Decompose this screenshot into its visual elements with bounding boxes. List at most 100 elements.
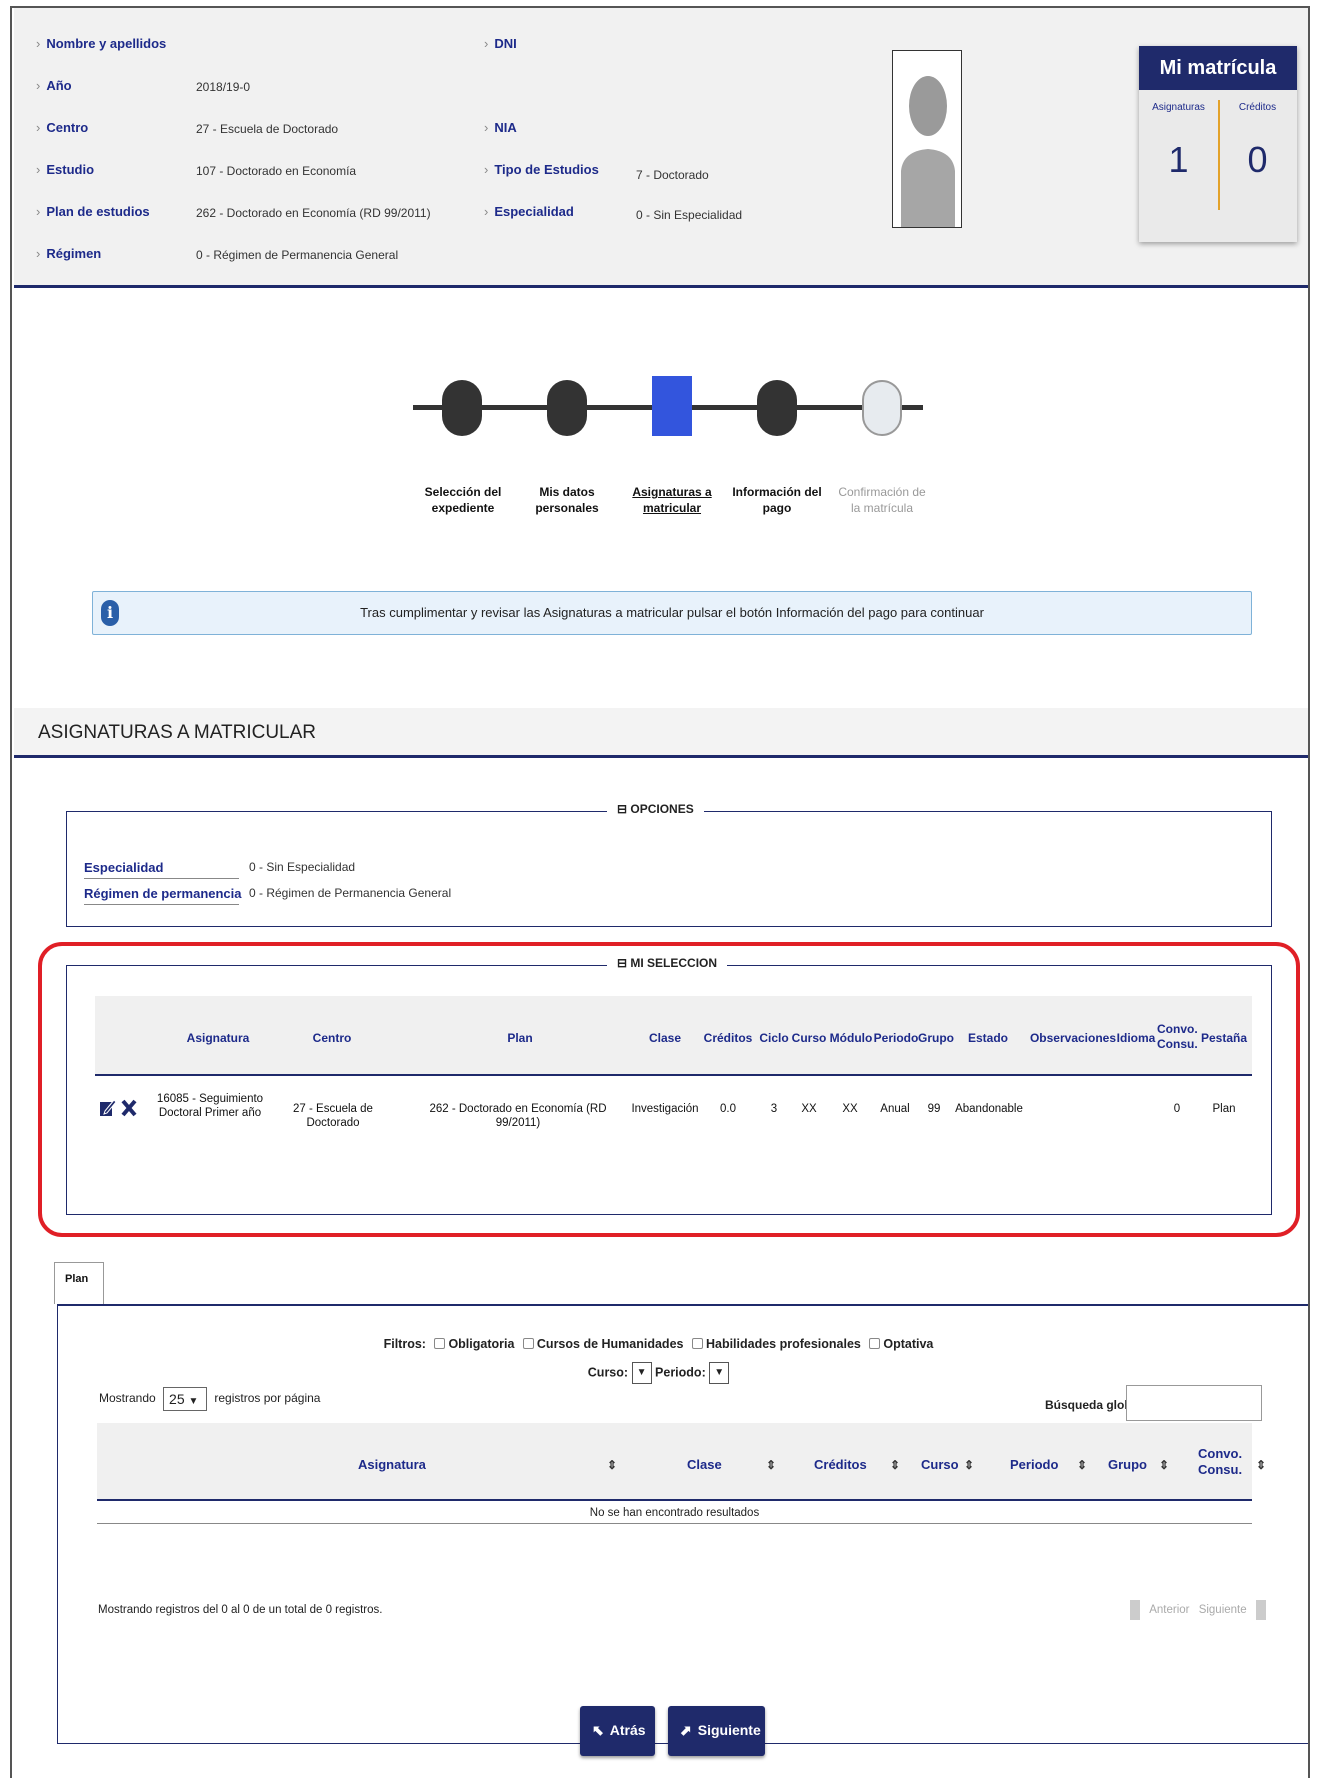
plan-col-clase[interactable]: Clase: [687, 1457, 722, 1472]
step-5-label: Confirmación de la matrícula: [838, 485, 926, 515]
step-1-marker[interactable]: [442, 380, 482, 436]
step-3-marker-current[interactable]: [652, 376, 692, 436]
col-pestana[interactable]: Pestaña: [1199, 1031, 1249, 1046]
cell-grupo: 99: [927, 1103, 941, 1115]
step-1-label[interactable]: Selección del expediente: [418, 484, 508, 516]
mi-matricula-title: Mi matrícula: [1139, 46, 1297, 90]
filter-habilidades-checkbox[interactable]: [691, 1338, 703, 1349]
plan-col-curso[interactable]: Curso: [921, 1457, 959, 1472]
creditos-counter: Créditos 0: [1218, 90, 1297, 242]
col-asignatura[interactable]: Asignatura: [168, 1031, 268, 1046]
col-observaciones[interactable]: Observaciones: [1028, 1031, 1118, 1046]
col-curso[interactable]: Curso: [789, 1031, 829, 1046]
col-estado[interactable]: Estado: [962, 1031, 1014, 1046]
cell-asignatura: 16085 - Seguimiento Doctoral Primer año: [156, 1093, 264, 1119]
opciones-legend[interactable]: ⊟ OPCIONES: [607, 802, 704, 816]
plan-col-asignatura[interactable]: Asignatura: [358, 1457, 426, 1472]
col-clase[interactable]: Clase: [640, 1031, 690, 1046]
cell-plan: 262 - Doctorado en Economía (RD 99/2011): [429, 1103, 607, 1129]
chevron-down-icon: ▼: [188, 1396, 199, 1407]
step-3-label[interactable]: Asignaturas a matricular: [627, 484, 717, 516]
filter-obligatoria-checkbox[interactable]: [434, 1338, 446, 1349]
sort-icon[interactable]: ⇕: [607, 1458, 617, 1472]
pagination: Anterior Siguiente: [1130, 1600, 1266, 1620]
opciones-fieldset: ⊟ OPCIONES Especialidad 0 - Sin Especial…: [66, 802, 1272, 927]
edit-icon[interactable]: [99, 1098, 117, 1118]
filter-optativa-label: Optativa: [883, 1337, 934, 1351]
plan-col-periodo[interactable]: Periodo: [1010, 1457, 1058, 1472]
sort-icon[interactable]: ⇕: [1077, 1458, 1087, 1472]
highlight-frame: [38, 942, 1300, 1237]
cell-pestana: Plan: [1212, 1103, 1236, 1115]
options-divider: [84, 904, 239, 905]
sort-icon[interactable]: ⇕: [1256, 1458, 1266, 1472]
regimen-label: Régimen de permanencia: [84, 886, 242, 901]
especialidad-label: Especialidad: [84, 860, 164, 875]
filter-humanidades-label: Cursos de Humanidades: [536, 1337, 684, 1351]
filtros-label: Filtros:: [383, 1337, 426, 1351]
step-4-label[interactable]: Información del pago: [732, 484, 822, 516]
cell-curso: XX: [801, 1103, 817, 1115]
asignaturas-label: Asignaturas: [1152, 102, 1205, 113]
step-4-marker[interactable]: [757, 380, 797, 436]
step-5-marker: [862, 380, 902, 436]
plan-col-convo-consu[interactable]: Convo. Consu.: [1198, 1446, 1242, 1478]
col-modulo[interactable]: Módulo: [826, 1031, 876, 1046]
section-header: ASIGNATURAS A MATRICULAR: [14, 708, 1308, 758]
prev-arrow-icon[interactable]: [1130, 1600, 1140, 1620]
value-anio: 2018/19-0: [196, 80, 251, 94]
filter-obligatoria-label: Obligatoria: [448, 1337, 515, 1351]
step-2-marker[interactable]: [547, 380, 587, 436]
info-message: Tras cumplimentar y revisar las Asignatu…: [360, 605, 984, 620]
value-especialidad: 0 - Sin Especialidad: [636, 208, 743, 222]
cell-creditos: 0.0: [720, 1103, 736, 1115]
sort-icon[interactable]: ⇕: [766, 1458, 776, 1472]
next-page-button[interactable]: Siguiente: [1199, 1604, 1247, 1616]
asignaturas-value: 1: [1168, 139, 1189, 180]
col-convo-consu[interactable]: Convo. Consu.: [1157, 1022, 1198, 1052]
global-search-input[interactable]: [1126, 1385, 1262, 1421]
value-tipo-estudios: 7 - Doctorado: [636, 168, 709, 182]
page-length-control: Mostrando 25 ▼ registros por página: [99, 1387, 320, 1411]
delete-icon[interactable]: [121, 1099, 137, 1117]
col-ciclo[interactable]: Ciclo: [754, 1031, 794, 1046]
value-regimen: 0 - Régimen de Permanencia General: [196, 248, 399, 262]
mi-matricula-card: Mi matrícula Asignaturas 1 Créditos 0: [1139, 46, 1297, 242]
col-creditos[interactable]: Créditos: [700, 1031, 756, 1046]
value-centro: 27 - Escuela de Doctorado: [196, 122, 339, 136]
cell-modulo: XX: [842, 1103, 858, 1115]
sort-icon[interactable]: ⇕: [964, 1458, 974, 1472]
plan-col-creditos[interactable]: Créditos: [814, 1457, 867, 1472]
col-idioma[interactable]: Idioma: [1113, 1031, 1159, 1046]
next-arrow-icon: ⬈: [680, 1722, 692, 1738]
plan-col-grupo[interactable]: Grupo: [1108, 1457, 1147, 1472]
curso-select[interactable]: ▼: [631, 1362, 652, 1384]
back-button[interactable]: ⬉ Atrás: [580, 1706, 655, 1756]
label-plan: Plan de estudios: [36, 204, 149, 219]
col-plan[interactable]: Plan: [470, 1031, 570, 1046]
filter-humanidades-checkbox[interactable]: [522, 1338, 534, 1349]
step-2-label[interactable]: Mis datos personales: [522, 484, 612, 516]
next-button[interactable]: ⬈ Siguiente: [668, 1706, 765, 1756]
cell-ciclo: 3: [770, 1103, 778, 1115]
back-arrow-icon: ⬉: [592, 1722, 604, 1738]
curso-label: Curso:: [587, 1365, 629, 1380]
filter-optativa-checkbox[interactable]: [869, 1338, 881, 1349]
prev-page-button[interactable]: Anterior: [1149, 1604, 1189, 1616]
cell-convo: 0: [1173, 1103, 1181, 1115]
options-divider: [84, 878, 239, 879]
next-arrow-icon[interactable]: [1255, 1600, 1266, 1620]
per-page-select[interactable]: 25 ▼: [163, 1387, 208, 1411]
label-tipo-estudios: Tipo de Estudios: [484, 162, 599, 177]
tab-plan[interactable]: Plan: [54, 1262, 104, 1304]
col-centro[interactable]: Centro: [282, 1031, 382, 1046]
sort-icon[interactable]: ⇕: [890, 1458, 900, 1472]
periodo-select[interactable]: ▼: [709, 1362, 730, 1384]
col-grupo[interactable]: Grupo: [914, 1031, 958, 1046]
label-regimen: Régimen: [36, 246, 101, 261]
especialidad-value: 0 - Sin Especialidad: [249, 860, 356, 874]
periodo-label: Periodo:: [655, 1365, 706, 1380]
filters-row: Filtros: Obligatoria Cursos de Humanidad…: [0, 1337, 1317, 1351]
sort-icon[interactable]: ⇕: [1159, 1458, 1169, 1472]
value-estudio: 107 - Doctorado en Economía: [196, 164, 357, 178]
